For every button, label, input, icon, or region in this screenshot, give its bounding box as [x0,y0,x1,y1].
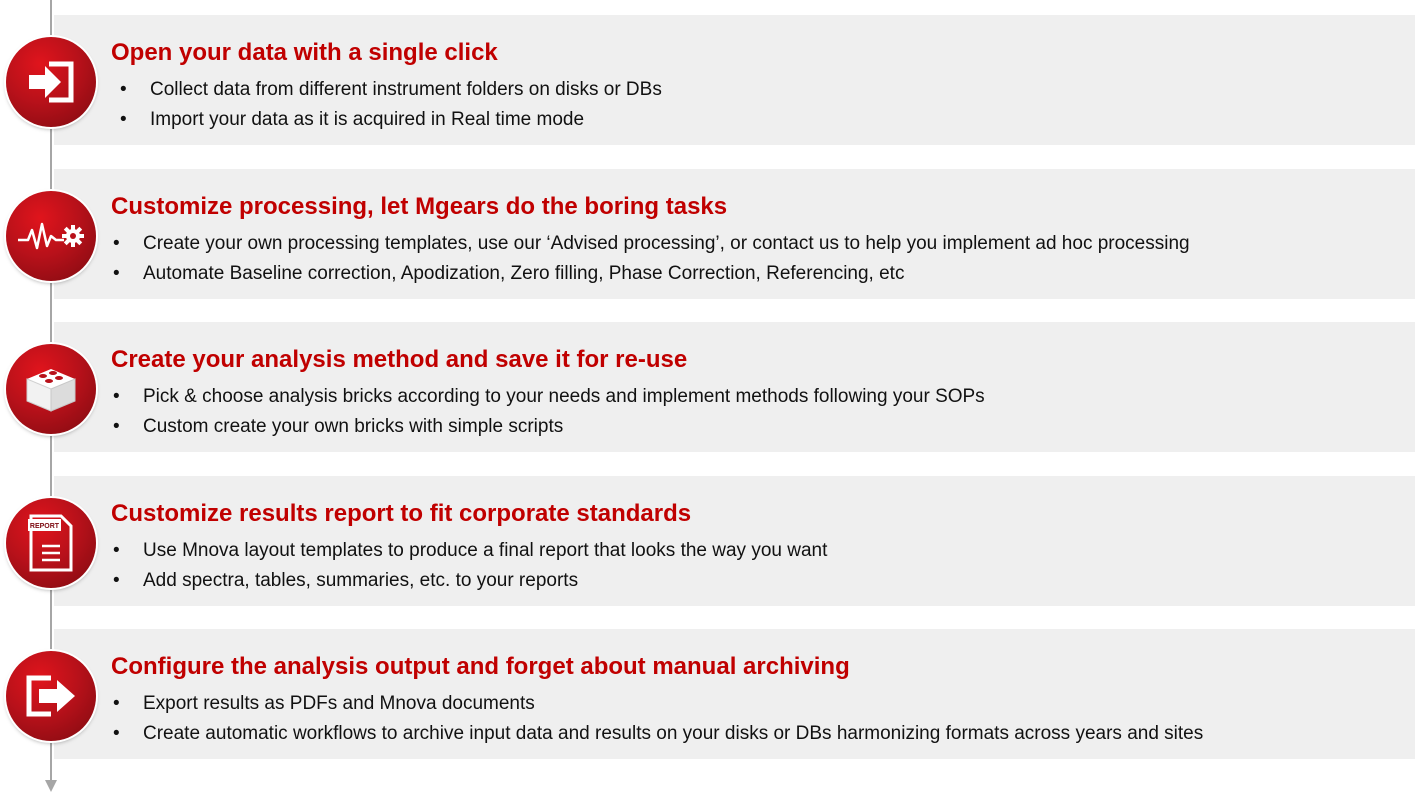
bullet-item: Add spectra, tables, summaries, etc. to … [111,566,827,596]
bullet-item: Automate Baseline correction, Apodizatio… [111,259,1190,289]
step-title: Open your data with a single click [111,39,498,66]
step-title: Customize results report to fit corporat… [111,500,692,527]
bullet-item: Create automatic workflows to archive in… [111,719,1203,749]
report-document-icon: REPORT [6,498,96,588]
report-icon-label: REPORT [30,523,60,530]
bullet-list: Use Mnova layout templates to produce a … [111,536,827,596]
export-arrow-icon [6,651,96,741]
step-title: Configure the analysis output and forget… [111,653,850,680]
bullet-item: Create your own processing templates, us… [111,229,1190,259]
step-title: Customize processing, let Mgears do the … [111,193,728,220]
bullet-item: Export results as PDFs and Mnova documen… [111,689,1203,719]
bullet-list: Pick & choose analysis bricks according … [111,382,985,442]
bullet-list: Collect data from different instrument f… [118,75,662,135]
bullet-list: Export results as PDFs and Mnova documen… [111,689,1203,749]
analysis-brick-icon [6,344,96,434]
bullet-list: Create your own processing templates, us… [111,229,1190,289]
bullet-item: Pick & choose analysis bricks according … [111,382,985,412]
import-arrow-icon [6,37,96,127]
bullet-item: Custom create your own bricks with simpl… [111,412,985,442]
step-title: Create your analysis method and save it … [111,346,688,373]
bullet-item: Import your data as it is acquired in Re… [118,105,662,135]
bullet-item: Collect data from different instrument f… [118,75,662,105]
timeline-arrow-icon [45,780,57,792]
bullet-item: Use Mnova layout templates to produce a … [111,536,827,566]
processing-waveform-gear-icon [6,191,96,281]
